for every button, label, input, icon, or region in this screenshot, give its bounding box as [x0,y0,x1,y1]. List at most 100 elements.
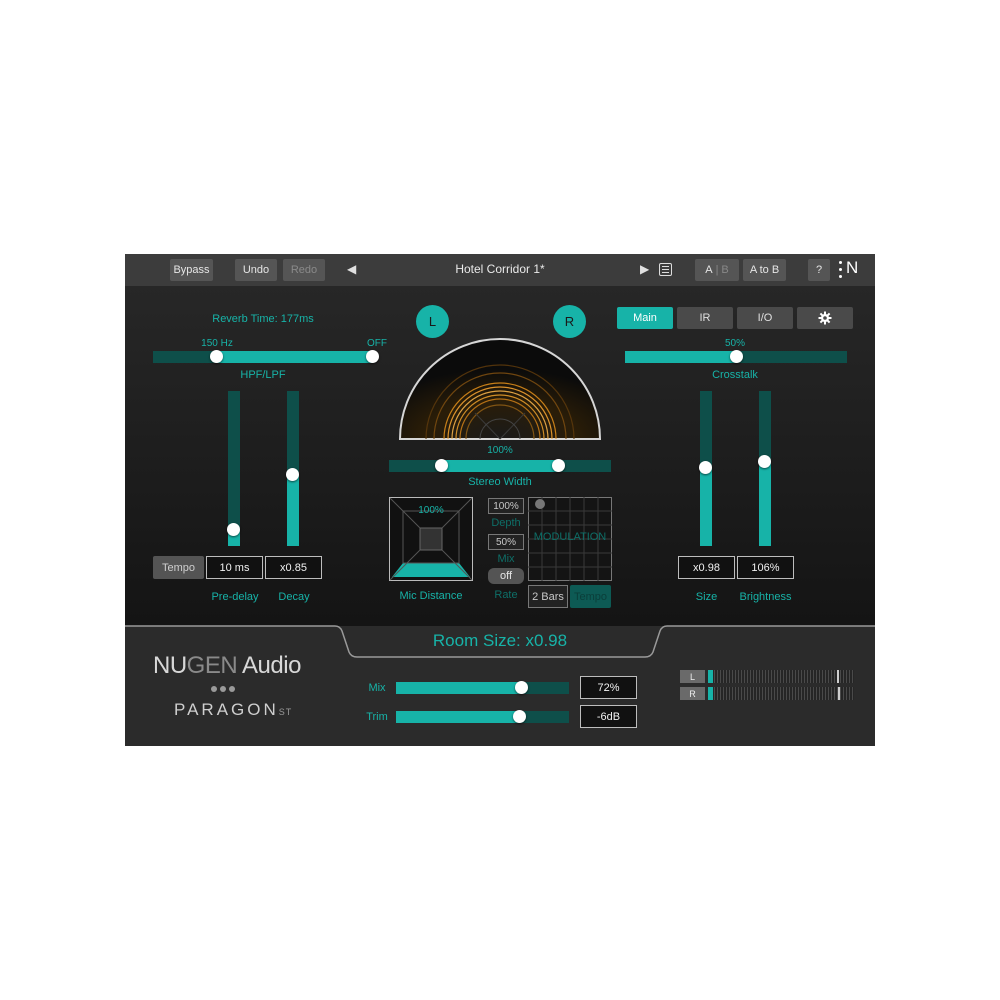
predelay-value-box[interactable]: 10 ms [206,556,263,579]
next-preset-icon[interactable]: ▶ [640,262,649,276]
brand-dot [229,686,235,692]
left-channel-button[interactable]: L [416,305,449,338]
output-meter-right [708,687,854,700]
product-name: PARAGONST [174,700,292,720]
mod-mix-value-box[interactable]: 50% [488,534,524,550]
size-label: Size [695,591,718,603]
mix-label: Mix [368,682,386,694]
lpf-handle[interactable] [366,350,379,363]
brand-dot [220,686,226,692]
ab-separator: | [715,264,719,276]
preset-list-icon[interactable] [659,263,672,276]
brand-nu: NU [153,652,187,679]
tempo-button[interactable]: Tempo [153,556,204,579]
lpf-value: OFF [367,338,387,349]
hpf-lpf-slider[interactable] [153,350,379,363]
plugin-window: Bypass Undo Redo ◀ Hotel Corridor 1* ▶ A… [125,254,875,746]
mix-value-box[interactable]: 72% [580,676,637,699]
meter-left-label: L [680,670,705,683]
trim-handle[interactable] [513,710,526,723]
meter-right-level [708,687,713,700]
trim-slider[interactable] [396,710,569,723]
ab-compare-button[interactable]: A | B [695,259,739,281]
stereo-width-fill [441,460,558,472]
modulation-pad-handle [535,499,545,509]
crosstalk-slider[interactable] [625,350,847,363]
crosstalk-fill [625,351,736,363]
depth-value-box[interactable]: 100% [488,498,524,514]
size-fill [700,468,712,546]
reverb-time-readout: Reverb Time: 177ms [212,313,314,325]
brightness-handle[interactable] [758,455,771,468]
crosstalk-handle[interactable] [730,350,743,363]
hpf-lpf-label: HPF/LPF [240,369,286,381]
size-value-box[interactable]: x0.98 [678,556,735,579]
stereo-width-left-handle[interactable] [435,459,448,472]
previous-preset-icon[interactable]: ◀ [347,262,356,276]
tab-ir[interactable]: IR [677,307,733,329]
logo-letter: N [846,258,859,277]
decay-fill [287,475,299,546]
rate-label: Rate [494,589,518,601]
mix-fill [396,682,521,694]
mic-distance-label: Mic Distance [399,590,463,602]
undo-button[interactable]: Undo [235,259,277,281]
crosstalk-label: Crosstalk [712,369,758,381]
depth-label: Depth [491,517,521,529]
mix-handle[interactable] [515,681,528,694]
mic-distance-value: 100% [418,505,444,516]
predelay-handle[interactable] [227,523,240,536]
rate-tempo-button[interactable]: Tempo [570,585,611,608]
size-slider[interactable] [699,391,712,546]
decay-handle[interactable] [286,468,299,481]
tab-settings[interactable] [797,307,853,329]
meter-left-peak [837,670,839,683]
brightness-value-box[interactable]: 106% [737,556,794,579]
brightness-slider[interactable] [758,391,771,546]
stereo-width-label: Stereo Width [468,476,532,488]
nugen-logo: N [839,258,863,281]
tab-main[interactable]: Main [617,307,673,329]
mix-slider[interactable] [396,681,569,694]
toolbar: Bypass Undo Redo ◀ Hotel Corridor 1* ▶ A… [125,254,875,286]
nugen-audio-logo: NUGEN Audio [153,652,301,680]
stereo-width-value: 100% [487,445,513,456]
modulation-label: MODULATION [533,531,607,543]
crosstalk-value: 50% [724,338,745,349]
trim-fill [396,711,519,723]
brand-audio: Audio [237,652,301,679]
brand-gen: GEN [186,652,238,679]
meter-right-peak [838,687,840,700]
ab-b-label: B [721,264,729,276]
predelay-label: Pre-delay [211,591,259,603]
gear-icon [818,311,832,325]
brightness-fill [759,462,771,546]
reverb-visualizer [399,338,601,440]
modulation-toggle[interactable]: off [488,568,524,584]
decay-value-box[interactable]: x0.85 [265,556,322,579]
rate-value-box[interactable]: 2 Bars [528,585,568,608]
right-channel-button[interactable]: R [553,305,586,338]
help-button[interactable]: ? [808,259,830,281]
meter-right-label: R [680,687,705,700]
trim-label: Trim [366,711,388,723]
redo-button[interactable]: Redo [283,259,325,281]
decay-slider[interactable] [286,391,299,546]
a-to-b-button[interactable]: A to B [743,259,786,281]
trim-value-box[interactable]: -6dB [580,705,637,728]
preset-name[interactable]: Hotel Corridor 1* [415,262,585,276]
stereo-width-slider[interactable] [389,459,611,472]
product-title: PARAGON [174,700,279,719]
predelay-slider[interactable] [227,391,240,546]
stereo-width-right-handle[interactable] [552,459,565,472]
size-handle[interactable] [699,461,712,474]
ab-a-label: A [705,264,713,276]
bypass-button[interactable]: Bypass [170,259,213,281]
brightness-label: Brightness [739,591,792,603]
main-panel: Reverb Time: 177ms 150 Hz OFF HPF/LPF Te… [125,286,875,626]
hpf-value: 150 Hz [201,338,233,349]
hpf-handle[interactable] [210,350,223,363]
tab-io[interactable]: I/O [737,307,793,329]
hpf-lpf-range-fill [217,351,373,363]
meter-left-level [708,670,713,683]
